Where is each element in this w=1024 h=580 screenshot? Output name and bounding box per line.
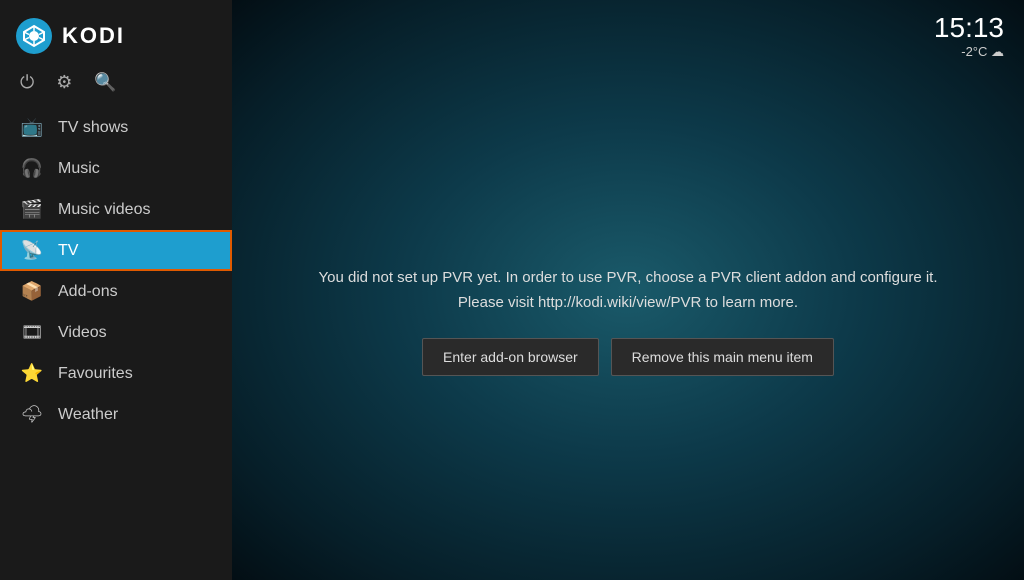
sidebar-item-music-videos[interactable]: 🎬 Music videos [0,189,232,230]
sidebar-item-label: Videos [58,324,107,342]
favourites-icon: ⭐ [20,363,44,384]
sidebar-item-label: Add-ons [58,283,118,301]
sidebar-item-tv-shows[interactable]: 📺 TV shows [0,107,232,148]
sidebar-item-tv[interactable]: 📡 TV [0,230,232,271]
sidebar-item-label: Weather [58,406,118,424]
settings-icon[interactable]: ⚙ [56,72,72,93]
toolbar: ⏻ ⚙ 🔍 [0,64,232,107]
power-icon[interactable]: ⏻ [20,72,34,93]
sidebar-item-label: Music [58,160,100,178]
weather-icon: 🌩 [20,404,44,425]
clock-time: 15:13 [934,14,1004,42]
sidebar-item-music[interactable]: 🎧 Music [0,148,232,189]
sidebar-item-videos[interactable]: 🎞 Videos [0,312,232,353]
remove-menu-item-button[interactable]: Remove this main menu item [611,338,834,376]
action-buttons: Enter add-on browser Remove this main me… [422,338,834,376]
music-videos-icon: 🎬 [20,199,44,220]
pvr-message: You did not set up PVR yet. In order to … [319,265,938,316]
sidebar-item-add-ons[interactable]: 📦 Add-ons [0,271,232,312]
search-icon[interactable]: 🔍 [94,72,116,93]
main-nav: 📺 TV shows 🎧 Music 🎬 Music videos 📡 TV 📦… [0,107,232,580]
sidebar-item-favourites[interactable]: ⭐ Favourites [0,353,232,394]
main-content: 15:13 -2°C ☁ You did not set up PVR yet.… [232,0,1024,580]
sidebar-item-label: TV [58,242,78,260]
sidebar: KODI ⏻ ⚙ 🔍 📺 TV shows 🎧 Music 🎬 Music vi… [0,0,232,580]
videos-icon: 🎞 [20,322,44,343]
pvr-content: You did not set up PVR yet. In order to … [232,60,1024,580]
tv-icon: 📡 [20,240,44,261]
logo-area: KODI [0,0,232,64]
add-ons-icon: 📦 [20,281,44,302]
tv-shows-icon: 📺 [20,117,44,138]
pvr-message-line1: You did not set up PVR yet. In order to … [319,269,938,286]
sidebar-item-label: Favourites [58,365,133,383]
app-title: KODI [62,23,125,49]
kodi-logo-icon [16,18,52,54]
music-icon: 🎧 [20,158,44,179]
sidebar-item-label: TV shows [58,119,128,137]
enter-addon-browser-button[interactable]: Enter add-on browser [422,338,599,376]
sidebar-item-label: Music videos [58,201,150,219]
clock-weather: -2°C ☁ [934,44,1004,60]
pvr-message-line2: Please visit http://kodi.wiki/view/PVR t… [458,294,798,311]
header-bar: 15:13 -2°C ☁ [232,0,1024,60]
sidebar-item-weather[interactable]: 🌩 Weather [0,394,232,435]
clock-area: 15:13 -2°C ☁ [934,14,1004,60]
